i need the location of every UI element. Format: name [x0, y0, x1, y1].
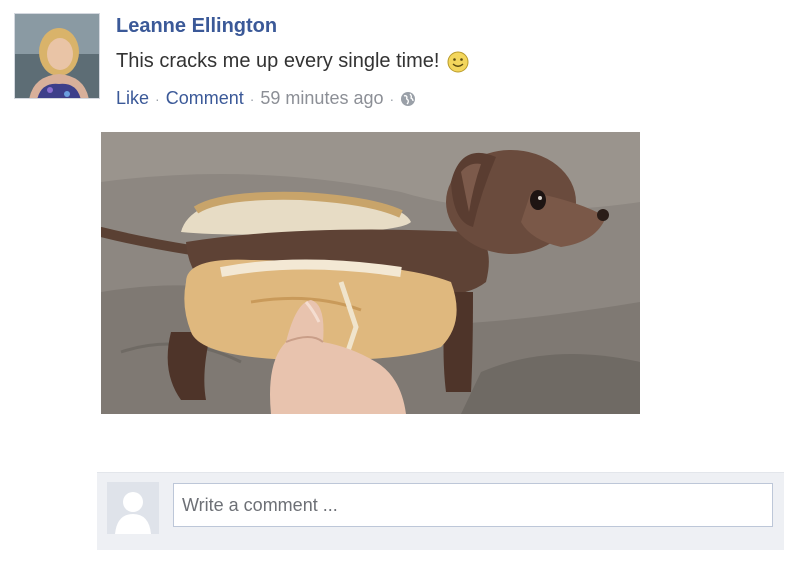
separator: ·	[249, 90, 255, 107]
default-avatar-icon	[107, 482, 159, 534]
author-name[interactable]: Leanne Ellington	[116, 15, 277, 38]
comment-input[interactable]	[173, 483, 773, 527]
timestamp[interactable]: 59 minutes ago	[260, 88, 383, 109]
like-link[interactable]: Like	[116, 88, 149, 109]
author-avatar[interactable]	[14, 13, 100, 99]
post-photo[interactable]	[101, 132, 640, 414]
globe-icon[interactable]	[400, 91, 416, 107]
post-text-row: This cracks me up every single time!	[116, 50, 469, 73]
separator: ·	[155, 90, 160, 107]
post-meta: Like · Comment · 59 minutes ago ·	[116, 88, 416, 109]
post-text: This cracks me up every single time!	[116, 50, 440, 72]
separator: ·	[389, 90, 395, 107]
comment-box	[97, 472, 784, 550]
smiley-emoji-icon	[447, 51, 469, 73]
comment-link[interactable]: Comment	[166, 88, 244, 109]
